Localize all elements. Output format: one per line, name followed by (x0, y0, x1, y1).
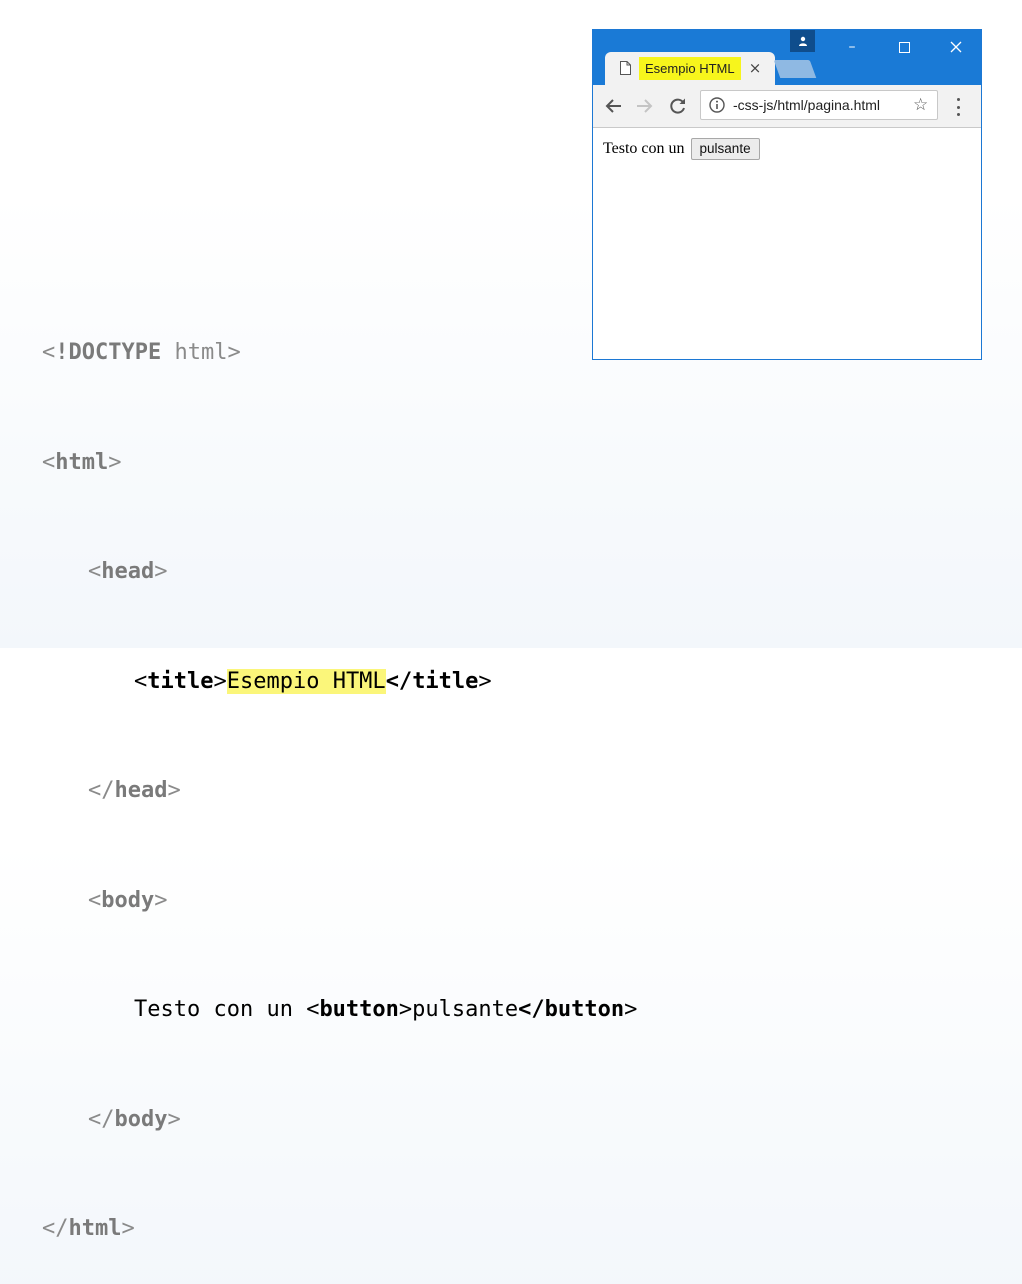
page-text: Testo con un (603, 140, 685, 157)
page-viewport: Testo con un pulsante (593, 128, 981, 359)
info-icon[interactable] (709, 97, 725, 113)
forward-button[interactable] (633, 94, 657, 118)
code-token: html (55, 449, 109, 475)
new-tab-button[interactable] (773, 60, 817, 78)
code-token: > (398, 997, 413, 1022)
code-token: > (213, 668, 227, 694)
window-close-button[interactable] (941, 36, 971, 58)
browser-window: – Esempio HTML × -css-js/html/pagina.htm… (592, 29, 982, 360)
url-text[interactable]: -css-js/html/pagina.html (733, 91, 880, 119)
browser-toolbar: -css-js/html/pagina.html ☆ (593, 85, 981, 128)
code-line-html-close: </html> (42, 1211, 637, 1248)
code-token: </ (42, 1216, 69, 1241)
code-token: head (101, 559, 155, 584)
back-arrow-icon (605, 99, 621, 113)
tab-title: Esempio HTML (639, 57, 741, 80)
profile-icon[interactable] (790, 30, 815, 52)
code-line-title: <title>Esempio HTML</title> (42, 664, 637, 701)
page-button[interactable]: pulsante (690, 138, 760, 160)
address-bar[interactable]: -css-js/html/pagina.html ☆ (700, 90, 938, 120)
code-line-body-close: </body> (42, 1102, 637, 1139)
code-token: body (101, 887, 155, 913)
back-button[interactable] (601, 94, 625, 118)
code-line-html-open: <html> (42, 445, 637, 482)
code-token: Testo con un (134, 997, 307, 1022)
menu-icon[interactable] (955, 98, 961, 116)
code-token: </ (518, 997, 545, 1022)
code-token: > (478, 668, 492, 694)
code-token: </ (88, 1106, 115, 1132)
reload-button[interactable] (666, 94, 690, 118)
page-content: Testo con un pulsante (603, 138, 760, 160)
code-line-body-content: Testo con un <button>pulsante</button> (42, 992, 637, 1029)
code-token: > (624, 997, 638, 1022)
code-token: > (154, 887, 168, 913)
browser-titlebar[interactable]: – Esempio HTML × (593, 30, 981, 85)
code-token: pulsante (412, 997, 519, 1022)
code-title-text-highlight: Esempio HTML (226, 668, 386, 694)
minimize-button[interactable]: – (837, 36, 867, 58)
code-token: </ (88, 778, 115, 803)
code-token: < (88, 887, 102, 913)
code-token: html (68, 1216, 122, 1241)
code-token: < (306, 997, 320, 1022)
code-token: > (121, 1216, 135, 1241)
code-token: < (134, 668, 148, 694)
code-token: < (42, 449, 56, 475)
code-token: > (154, 559, 168, 584)
code-line-head-open: <head> (42, 554, 637, 591)
code-token: button (544, 997, 625, 1022)
code-token: < (88, 559, 102, 584)
code-line-head-close: </head> (42, 773, 637, 810)
code-token: > (167, 778, 181, 803)
browser-tab[interactable]: Esempio HTML × (605, 52, 775, 85)
code-token: head (114, 778, 168, 803)
code-token: < (42, 340, 56, 365)
bookmark-star-icon[interactable]: ☆ (913, 95, 928, 115)
code-line-body-open: <body> (42, 883, 637, 920)
code-token: !DOCTYPE (55, 340, 162, 365)
code-token: title (147, 668, 214, 694)
code-token: > (167, 1106, 181, 1132)
code-token: body (114, 1106, 168, 1132)
forward-arrow-icon (637, 99, 653, 113)
tab-close-icon[interactable]: × (747, 58, 763, 78)
code-token: </ (385, 668, 413, 694)
maximize-icon (898, 41, 910, 53)
reload-icon (670, 98, 685, 114)
document-icon (620, 61, 631, 75)
code-token: > (108, 449, 122, 475)
code-line-doctype: <!DOCTYPE html> (42, 335, 637, 372)
close-icon (950, 41, 962, 53)
maximize-button[interactable] (889, 36, 919, 58)
code-token: html> (161, 340, 241, 365)
code-token: button (319, 997, 399, 1022)
code-listing: <!DOCTYPE html> <html> <head> <title>Ese… (42, 262, 637, 1284)
code-token: title (412, 668, 479, 694)
